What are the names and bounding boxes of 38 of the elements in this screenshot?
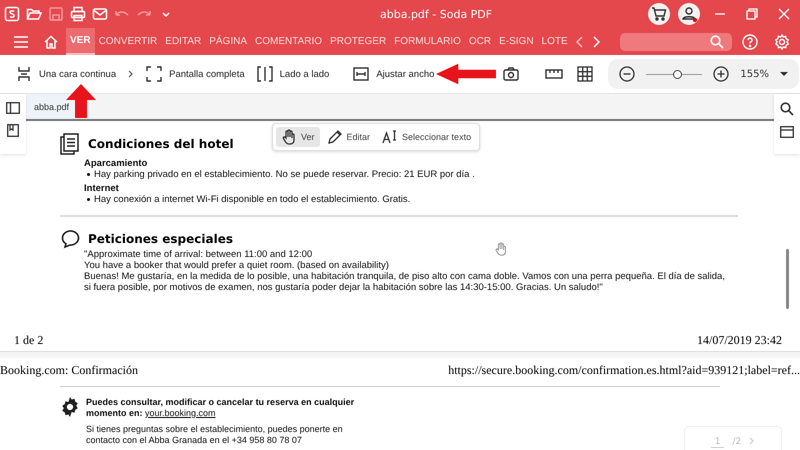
- toolbar-button[interactable]: Pantalla completa: [140, 66, 251, 82]
- menu-tab[interactable]: CONVERTIR: [94, 28, 162, 55]
- page-header-url: https://secure.booking.com/confirmation.es.html?aid=939121;label=ref...: [448, 363, 800, 378]
- contact-text: Si tienes preguntas sobre el establecimiento, puedes ponerte en contacto con el Abba Granada en el +34 958 80 78 07: [86, 424, 344, 446]
- paragraph: Buenas! Me gustaría, en la medida de lo posible, una habitación tranquila, de piso alto con cama doble. Vamos con una perra pequeña. El día de salida, si fuera posible, por motivos de examen, nos gustaría poder dejar la habitación sobre las 14:30-15:00. Gracias. Un saludo!": [84, 271, 726, 293]
- window-title: abba.pdf - Soda PDF: [379, 8, 494, 20]
- menu-tab[interactable]: EDITAR: [161, 28, 206, 55]
- menu-tab[interactable]: FORMULARIO: [390, 28, 465, 55]
- menu-tab[interactable]: LOTE: [538, 28, 572, 55]
- section-heading: Condiciones del hotel: [88, 137, 234, 151]
- menu-tab[interactable]: VER: [66, 28, 95, 55]
- toolbar-button[interactable]: Ajustar ancho: [347, 66, 440, 82]
- menu-tab[interactable]: PROTEGER: [326, 28, 390, 55]
- mode-button[interactable]: Editar: [322, 127, 376, 147]
- bullet-text: Hay parking privado en el establecimiento. No se puede reservar. Precio: 21 EUR por día .: [84, 169, 738, 180]
- menu-tab[interactable]: E-SIGN: [495, 28, 538, 55]
- paragraph: "Approximate time of arrival: between 11:00 and 12:00: [84, 249, 314, 260]
- bullet-text: Hay conexión a internet Wi-Fi disponible en todo el establecimiento. Gratis.: [84, 194, 738, 205]
- toolbar-button[interactable]: Lado a lado: [250, 66, 336, 82]
- section-heading: Peticiones especiales: [88, 232, 233, 246]
- menu-tab[interactable]: PÁGINA: [205, 28, 252, 55]
- subheading: Internet: [84, 183, 120, 194]
- mode-button[interactable]: Seleccionar texto: [377, 127, 476, 147]
- notice-text: Puedes consultar, modificar o cancelar tu reserva en cualquier momento en: your.booking.com: [86, 397, 356, 419]
- menu-tab[interactable]: COMENTARIO: [251, 28, 326, 55]
- toolbar-button[interactable]: Una cara continua: [10, 66, 122, 82]
- link[interactable]: your.booking.com: [145, 408, 216, 418]
- mode-button[interactable]: Ver: [276, 127, 320, 147]
- subheading: Aparcamiento: [84, 158, 148, 169]
- menu-tab[interactable]: OCR: [464, 28, 496, 55]
- page-header-text: Booking.com: Confirmación: [0, 363, 138, 378]
- paragraph: You have a booker that would prefer a quiet room. (based on availability): [84, 260, 390, 271]
- page-footer-text: 1 de 2: [14, 333, 44, 348]
- page-number-field[interactable]: 1: [710, 436, 724, 448]
- zoom-value[interactable]: 155%: [736, 68, 773, 80]
- page-total: /2: [732, 437, 742, 447]
- page-footer-date: 14/07/2019 23:42: [696, 333, 782, 348]
- document-tab[interactable]: abba.pdf: [28, 94, 76, 119]
